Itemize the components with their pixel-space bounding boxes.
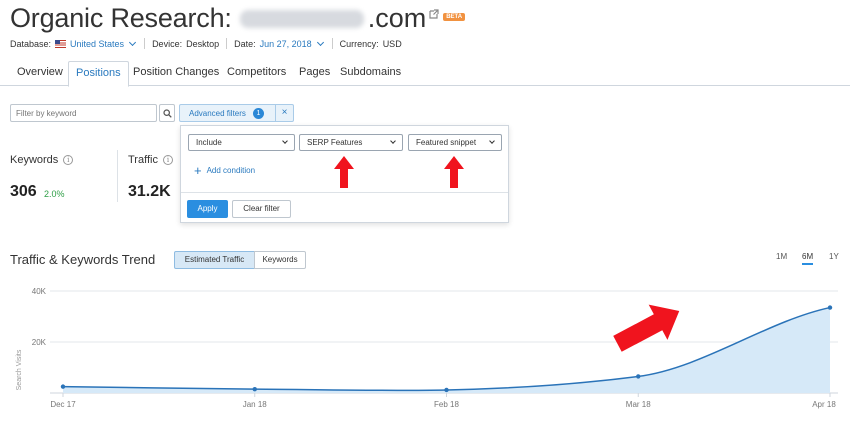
date-selector[interactable]: Date: Jun 27, 2018 bbox=[234, 38, 325, 49]
meta-bar: Database: United States Device: Desktop … bbox=[10, 38, 402, 49]
x-tick-label: Mar 18 bbox=[626, 400, 651, 409]
range-1y[interactable]: 1Y bbox=[829, 252, 839, 261]
currency-info: Currency: USD bbox=[340, 39, 402, 49]
red-arrow-icon bbox=[444, 156, 464, 188]
x-tick-label: Jan 18 bbox=[243, 400, 268, 409]
data-point[interactable] bbox=[252, 386, 257, 392]
tab-subdomains[interactable]: Subdomains bbox=[333, 61, 408, 86]
info-icon[interactable]: i bbox=[162, 155, 173, 165]
date-label: Date: bbox=[234, 38, 256, 49]
field-select[interactable]: SERP Features bbox=[299, 134, 403, 151]
search-icon bbox=[162, 108, 172, 118]
range-1m[interactable]: 1M bbox=[776, 252, 787, 261]
beta-badge: BETA bbox=[443, 13, 466, 21]
clear-filter-button[interactable]: Clear filter bbox=[232, 200, 291, 218]
popover-footer: Apply Clear filter bbox=[181, 192, 508, 223]
currency-value: USD bbox=[382, 38, 402, 49]
device-value: Desktop bbox=[186, 38, 220, 49]
range-6m[interactable]: 6M bbox=[802, 252, 814, 265]
plus-icon: + bbox=[194, 163, 202, 178]
date-value[interactable]: Jun 27, 2018 bbox=[260, 39, 312, 49]
page-header: Organic Research: .com BETA bbox=[10, 3, 466, 34]
x-tick-label: Feb 18 bbox=[434, 400, 459, 409]
keywords-stat-label: Keywords i bbox=[10, 154, 74, 166]
include-select[interactable]: Include bbox=[188, 134, 295, 151]
chevron-down-icon bbox=[282, 138, 288, 144]
database-value[interactable]: United States bbox=[70, 39, 124, 49]
traffic-label: Traffic bbox=[128, 154, 158, 166]
y-tick-label: 20K bbox=[32, 338, 47, 347]
keywords-toggle[interactable]: Keywords bbox=[254, 251, 306, 269]
blurred-domain bbox=[239, 10, 364, 28]
page-title: Organic Research: bbox=[10, 3, 232, 33]
trend-title: Traffic & Keywords Trend bbox=[10, 252, 156, 267]
red-arrow-icon bbox=[334, 156, 354, 188]
traffic-trend-chart: 40K 20K Search Visits Dec 17 Jan 18 Feb 18 M… bbox=[16, 287, 838, 409]
advanced-filters-button[interactable]: Advanced filters 1 × bbox=[179, 104, 294, 122]
value-select-value: Featured snippet bbox=[416, 138, 477, 147]
apply-button[interactable]: Apply bbox=[187, 200, 228, 218]
divider bbox=[331, 38, 333, 49]
x-tick-label: Apr 18 bbox=[812, 400, 836, 409]
chevron-down-icon[interactable] bbox=[316, 38, 324, 46]
tab-positions[interactable]: Positions bbox=[68, 61, 129, 87]
tab-overview[interactable]: Overview bbox=[10, 61, 70, 86]
database-label: Database: bbox=[10, 38, 52, 49]
external-link-icon[interactable] bbox=[429, 6, 439, 24]
traffic-value: 31.2K bbox=[128, 183, 171, 200]
divider bbox=[144, 38, 146, 49]
include-select-value: Include bbox=[196, 138, 222, 147]
device-info: Device: Desktop bbox=[152, 39, 219, 49]
field-select-value: SERP Features bbox=[307, 138, 363, 147]
filter-count-badge: 1 bbox=[252, 107, 264, 119]
chevron-down-icon[interactable] bbox=[129, 38, 137, 46]
tab-pages[interactable]: Pages bbox=[292, 61, 337, 86]
close-filters-button[interactable]: × bbox=[275, 104, 293, 122]
keyword-filter-input[interactable] bbox=[10, 104, 157, 122]
traffic-stat-label: Traffic i bbox=[128, 154, 173, 166]
tab-competitors[interactable]: Competitors bbox=[220, 61, 293, 86]
red-arrow-icon bbox=[613, 304, 680, 352]
data-point[interactable] bbox=[444, 387, 449, 393]
keywords-label: Keywords bbox=[10, 154, 59, 166]
data-point[interactable] bbox=[60, 384, 66, 389]
chevron-down-icon bbox=[489, 138, 495, 144]
report-tabs: Overview Positions Position Changes Comp… bbox=[0, 59, 850, 87]
divider bbox=[226, 38, 228, 49]
currency-label: Currency: bbox=[339, 38, 379, 49]
divider bbox=[117, 150, 118, 202]
database-selector[interactable]: Database: United States bbox=[10, 38, 137, 49]
y-axis-label: Search Visits bbox=[16, 349, 23, 390]
estimated-traffic-toggle[interactable]: Estimated Traffic bbox=[174, 251, 255, 269]
domain-tld: .com bbox=[367, 3, 427, 33]
keywords-delta: 2.0% bbox=[44, 189, 65, 199]
advanced-filters-label: Advanced filters bbox=[189, 108, 246, 118]
device-label: Device: bbox=[152, 38, 183, 49]
x-tick-label: Dec 17 bbox=[50, 400, 76, 409]
traffic-area bbox=[63, 307, 830, 393]
search-button[interactable] bbox=[159, 104, 175, 122]
info-icon[interactable]: i bbox=[63, 155, 74, 165]
data-point[interactable] bbox=[636, 374, 641, 379]
add-condition-button[interactable]: + Add condition bbox=[194, 163, 256, 178]
tab-position-changes[interactable]: Position Changes bbox=[126, 61, 226, 86]
data-point[interactable] bbox=[827, 305, 833, 310]
add-condition-label: Add condition bbox=[206, 166, 256, 175]
us-flag-icon bbox=[55, 39, 67, 48]
keywords-value: 306 bbox=[10, 183, 37, 200]
value-select[interactable]: Featured snippet bbox=[408, 134, 502, 151]
y-tick-label: 40K bbox=[32, 287, 47, 296]
chevron-down-icon bbox=[390, 138, 396, 144]
